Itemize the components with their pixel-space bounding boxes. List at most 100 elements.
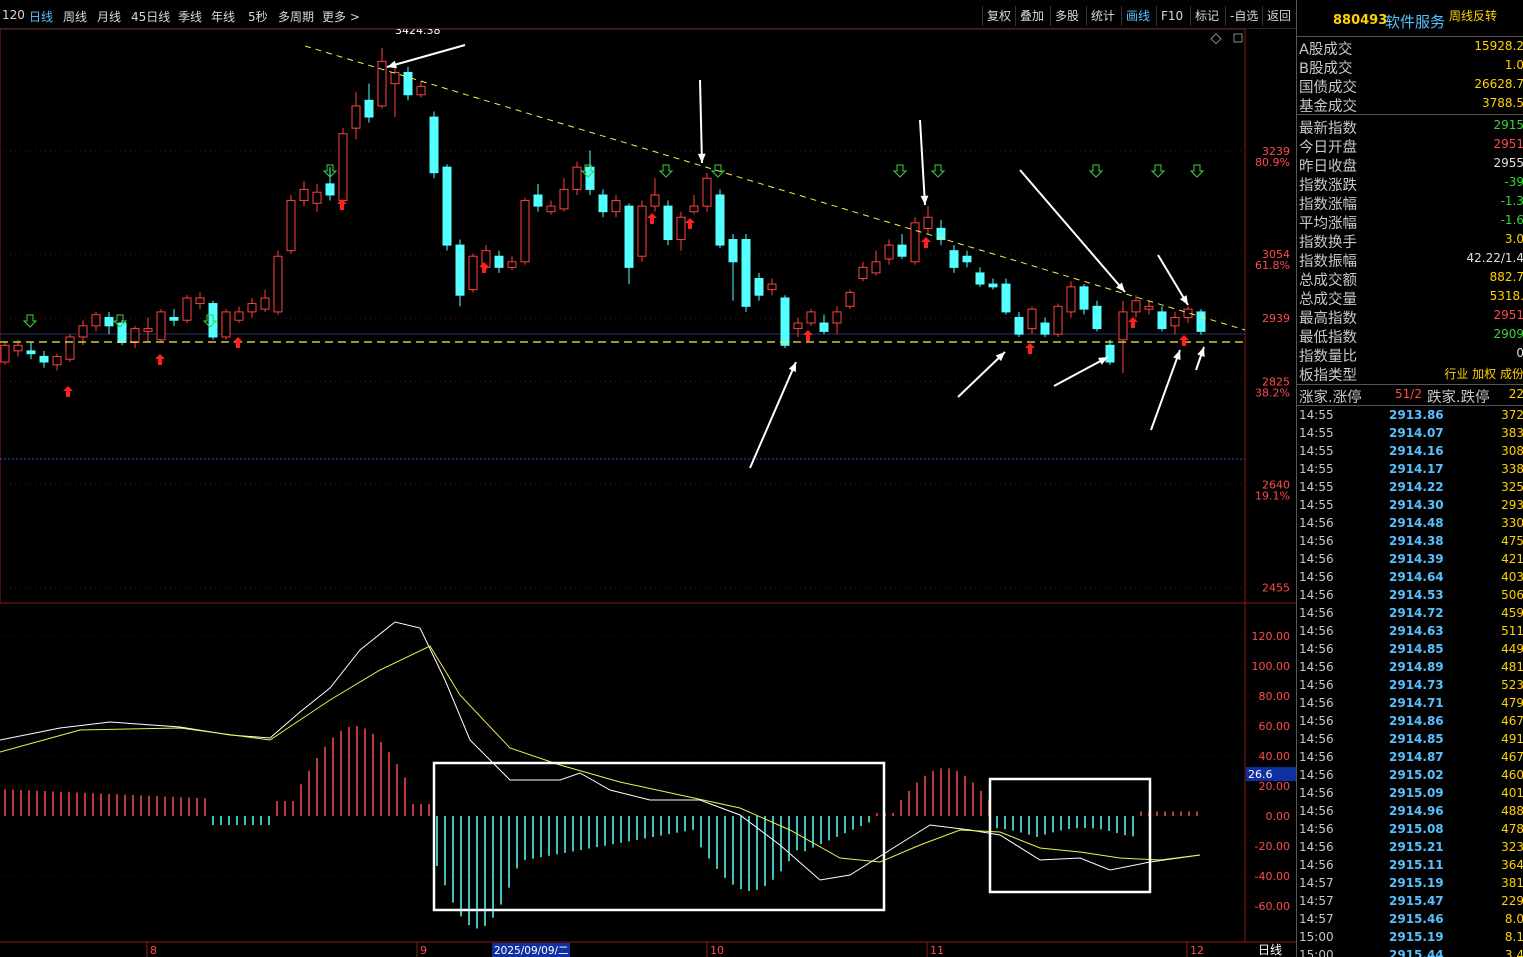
period-tab-5[interactable]: 季线	[178, 8, 202, 25]
stat-value: 3788.5	[1482, 96, 1523, 110]
tick-row: 15:00 2915.19 8.1	[1297, 930, 1523, 948]
candle-body	[1014, 316, 1024, 335]
tool-button-2[interactable]: 多股	[1050, 6, 1083, 26]
candle-body	[325, 183, 335, 196]
sell-signal-icon	[1150, 164, 1166, 178]
tick-volume: 364	[1501, 858, 1523, 872]
annotation-arrow	[749, 361, 797, 469]
tick-volume: 8.1	[1504, 930, 1523, 944]
tick-volume: 460	[1501, 768, 1523, 782]
tick-row: 14:55 2914.07 383	[1297, 426, 1523, 444]
candle-body	[962, 255, 972, 263]
tool-button-8[interactable]: 返回	[1262, 6, 1295, 26]
candle-body	[1066, 286, 1076, 313]
buy-signal-icon	[1025, 343, 1035, 354]
pct-tick-label: 19.1%	[1255, 489, 1290, 502]
tick-time: 14:56	[1299, 588, 1334, 602]
candle-body	[507, 261, 517, 268]
candle-body	[65, 336, 75, 360]
tick-volume: 372	[1501, 408, 1523, 422]
tick-volume: 511	[1501, 624, 1523, 638]
tick-time: 14:55	[1299, 462, 1334, 476]
candle-body	[416, 85, 426, 96]
tick-time: 14:56	[1299, 840, 1334, 854]
tick-row: 14:57 2915.47 229	[1297, 894, 1523, 912]
candle-body	[1092, 305, 1102, 330]
tick-price: 2914.72	[1389, 606, 1444, 620]
period-tab-8[interactable]: 多周期	[278, 8, 314, 25]
tick-row: 14:56 2915.11 364	[1297, 858, 1523, 876]
tool-button-4[interactable]: 画线	[1121, 6, 1154, 26]
kline-chart[interactable]: 323980.9%305461.8%2939282538.2%264019.1%…	[0, 29, 1296, 957]
price-tick-label: 2939	[1262, 312, 1290, 325]
annotation-arrow-head	[387, 60, 397, 69]
tool-button-0[interactable]: 复权	[982, 6, 1015, 26]
tick-volume: 229	[1501, 894, 1523, 908]
tick-time: 14:56	[1299, 516, 1334, 530]
tool-button-3[interactable]: 统计	[1086, 6, 1119, 26]
sell-signal-icon	[892, 164, 908, 178]
stat-value: 882.7	[1489, 270, 1523, 284]
tick-volume: 403	[1501, 570, 1523, 584]
candle-body	[871, 261, 881, 274]
tick-row: 14:56 2915.21 323	[1297, 840, 1523, 858]
candle-body	[312, 191, 322, 204]
stat-row: A股成交 15928.2	[1297, 38, 1523, 58]
tool-button-7[interactable]: -自选	[1225, 6, 1262, 26]
date-tick-label: 11	[930, 944, 944, 957]
period-tab-6[interactable]: 年线	[211, 8, 235, 25]
period-tab-4[interactable]: 45日线	[131, 8, 170, 25]
tick-price: 2914.86	[1389, 714, 1444, 728]
candle-body	[1001, 283, 1011, 313]
stat-row: 总成交量 5318.	[1297, 288, 1523, 308]
macd-dif-line	[0, 621, 1201, 881]
tick-time: 14:56	[1299, 714, 1334, 728]
stat-value: -1.3	[1500, 194, 1523, 208]
stat-label: 总成交额	[1299, 273, 1357, 289]
tick-volume: 488	[1501, 804, 1523, 818]
tick-volume: 475	[1501, 534, 1523, 548]
tick-volume: 506	[1501, 588, 1523, 602]
period-tab-7[interactable]: 5秒	[248, 8, 268, 25]
tick-row: 14:56 2914.73 523	[1297, 678, 1523, 696]
candle-body	[169, 316, 179, 321]
tool-button-1[interactable]: 叠加	[1015, 6, 1048, 26]
tick-time: 14:56	[1299, 768, 1334, 782]
candle-body	[858, 266, 868, 279]
period-tab-2[interactable]: 周线	[63, 8, 87, 25]
period-tab-9[interactable]: 更多 >	[322, 8, 360, 25]
tick-volume: 491	[1501, 732, 1523, 746]
period-tab-1[interactable]: 日线	[29, 8, 53, 25]
sell-signal-icon	[658, 164, 674, 178]
candle-body	[273, 255, 283, 313]
tool-button-5[interactable]: F10	[1156, 6, 1187, 26]
tick-time: 14:56	[1299, 822, 1334, 836]
tick-time: 14:56	[1299, 552, 1334, 566]
tick-row: 14:56 2914.53 506	[1297, 588, 1523, 606]
tool-button-6[interactable]: 标记	[1190, 6, 1223, 26]
tick-time: 14:55	[1299, 480, 1334, 494]
candle-body	[780, 297, 790, 346]
tick-time: 14:56	[1299, 750, 1334, 764]
tick-volume: 449	[1501, 642, 1523, 656]
candle-body	[429, 116, 439, 174]
period-tab-0[interactable]: 120	[2, 8, 25, 22]
stat-label: 指数振幅	[1299, 254, 1357, 270]
period-tab-3[interactable]: 月线	[97, 8, 121, 25]
candle-body	[715, 194, 725, 246]
buy-signal-icon	[685, 218, 695, 229]
divider	[1297, 384, 1523, 385]
stat-value: 行业 加权 成份	[1444, 367, 1523, 381]
candle-body	[741, 239, 751, 307]
candle-body	[559, 188, 569, 210]
stat-row: 总成交额 882.7	[1297, 269, 1523, 289]
pct-tick-label: 80.9%	[1255, 156, 1290, 169]
tick-row: 14:55 2913.86 372	[1297, 408, 1523, 426]
candle-body	[611, 200, 621, 213]
annotation-arrow	[1019, 169, 1126, 293]
candle-body	[286, 200, 296, 252]
stat-row: 指数量比 0	[1297, 345, 1523, 365]
tick-row: 14:55 2914.30 293	[1297, 498, 1523, 516]
candle-body	[572, 166, 582, 190]
tick-price: 2914.39	[1389, 552, 1444, 566]
